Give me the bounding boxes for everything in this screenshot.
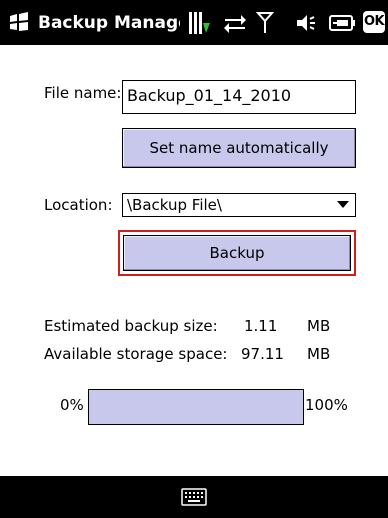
file-name-label: File name:: [44, 84, 122, 102]
title-bar: Backup Manage OK: [0, 0, 388, 45]
battery-charging-icon[interactable]: [188, 11, 212, 35]
location-label: Location:: [44, 196, 113, 214]
available-space-unit: MB: [307, 345, 331, 363]
estimated-size-value: 1.11: [244, 317, 278, 335]
available-space-label: Available storage space:: [44, 345, 228, 363]
backup-button[interactable]: Backup: [123, 235, 351, 271]
progress-bar: [88, 389, 304, 425]
set-name-automatically-label: Set name automatically: [149, 139, 329, 157]
progress-min-label: 0%: [60, 396, 84, 414]
set-name-automatically-button[interactable]: Set name automatically: [122, 128, 356, 168]
progress-max-label: 100%: [305, 396, 348, 414]
backup-label: Backup: [209, 244, 265, 262]
location-dropdown[interactable]: \Backup File\: [122, 193, 356, 217]
app-title: Backup Manage: [38, 13, 180, 33]
ok-button[interactable]: OK: [363, 11, 385, 33]
keyboard-icon[interactable]: [181, 488, 207, 506]
dropdown-arrow-icon[interactable]: [337, 201, 349, 208]
estimated-size-unit: MB: [307, 317, 331, 335]
keyboard-battery-icon[interactable]: [328, 11, 358, 35]
windows-logo-icon[interactable]: [8, 12, 30, 32]
signal-icon[interactable]: [256, 11, 274, 35]
location-selected-value: \Backup File\: [127, 196, 222, 214]
file-name-field[interactable]: Backup_01_14_2010: [122, 80, 356, 114]
estimated-size-label: Estimated backup size:: [44, 317, 218, 335]
volume-icon[interactable]: [294, 11, 318, 35]
sync-icon[interactable]: [222, 11, 248, 35]
available-space-value: 97.11: [241, 345, 284, 363]
